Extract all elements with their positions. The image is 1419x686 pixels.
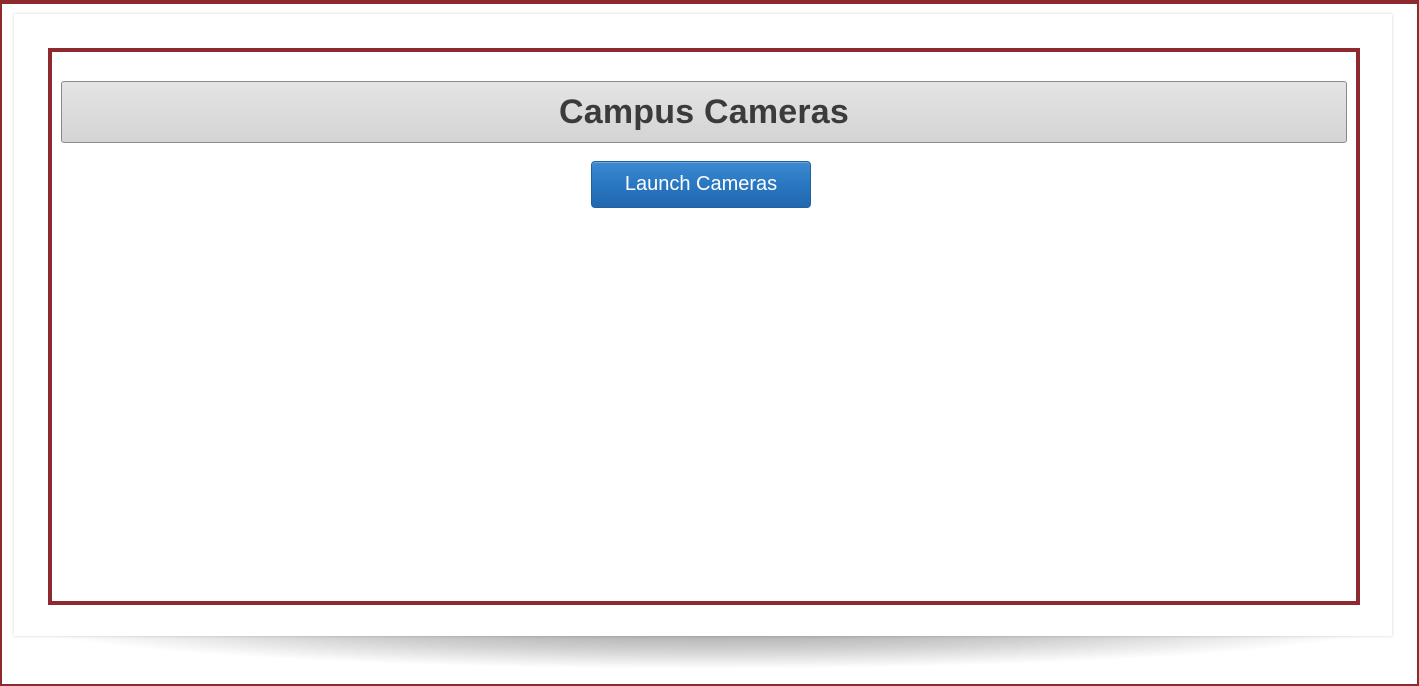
page-header: Campus Cameras — [61, 81, 1347, 143]
launch-cameras-button[interactable]: Launch Cameras — [591, 161, 811, 208]
page-title: Campus Cameras — [558, 92, 850, 131]
content-panel: Campus Cameras Launch Cameras — [48, 48, 1360, 605]
